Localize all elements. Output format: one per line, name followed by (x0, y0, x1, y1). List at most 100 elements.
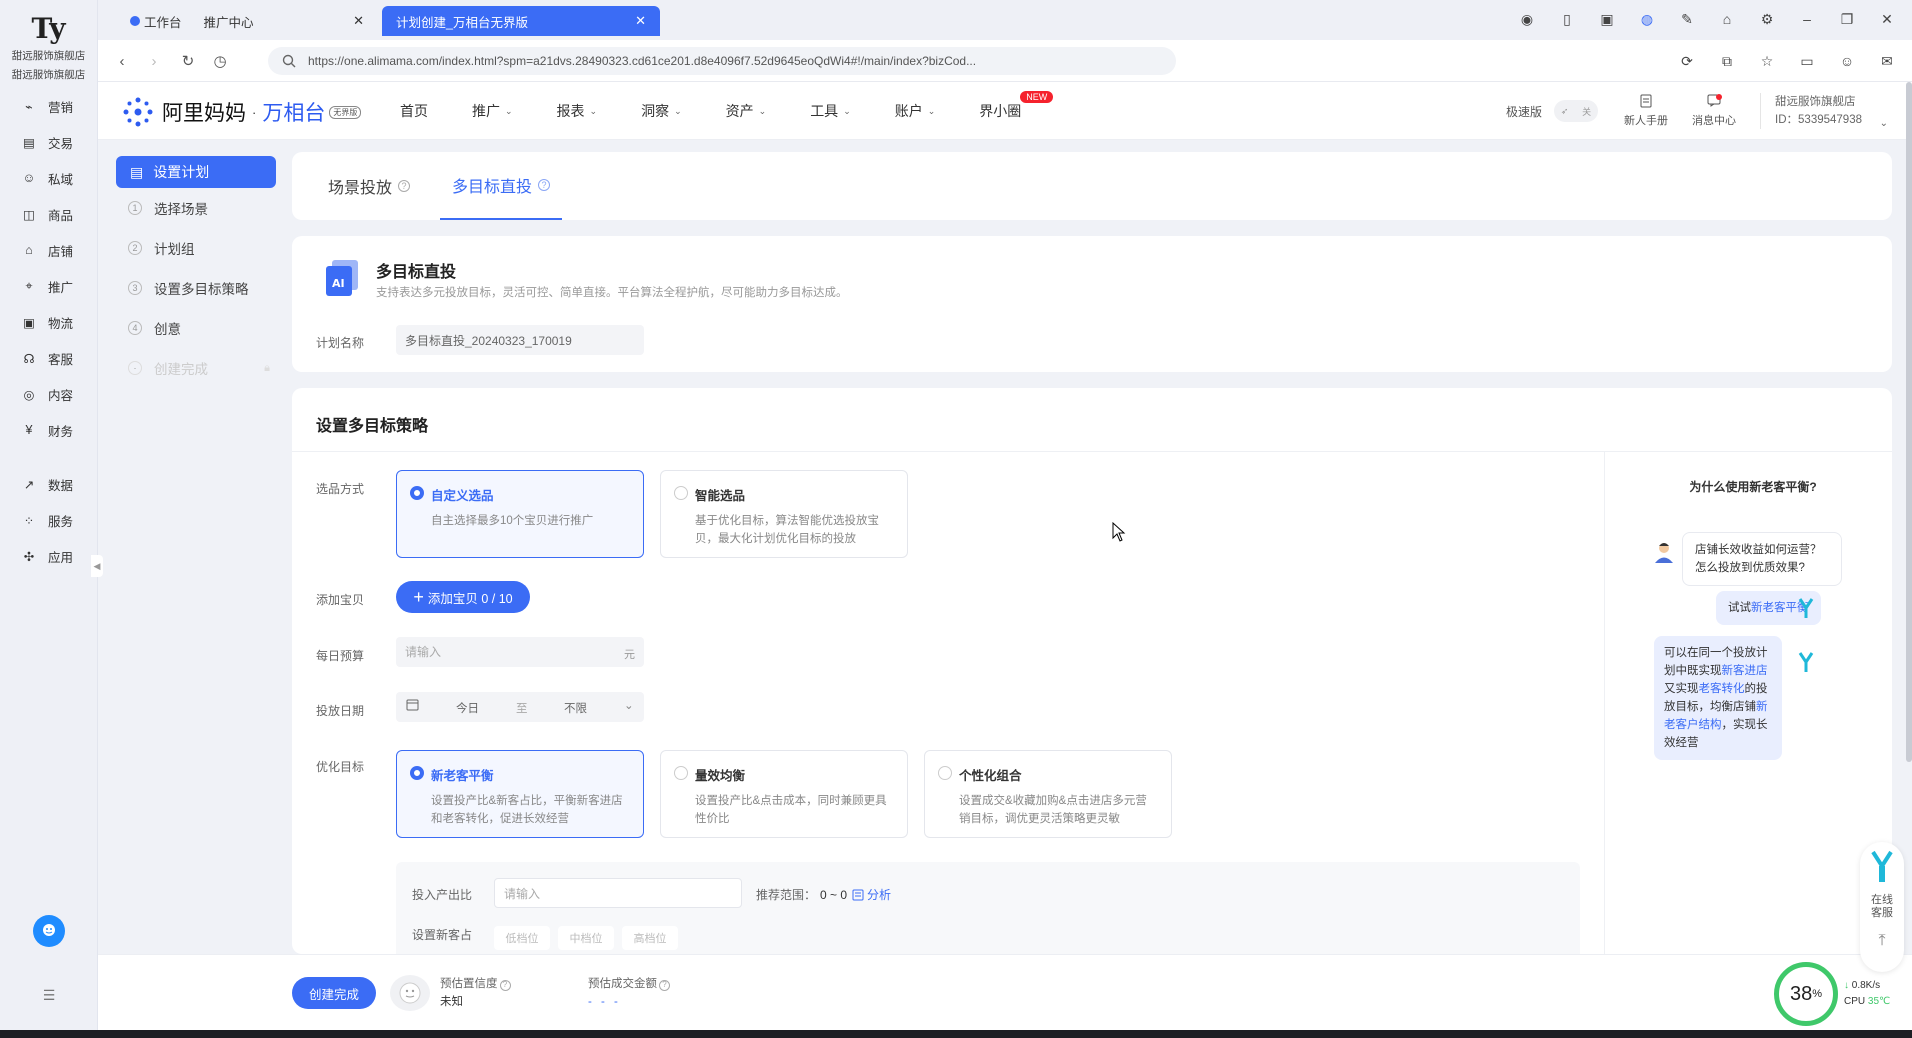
copy-icon[interactable]: ⧉ (1714, 48, 1740, 74)
history-icon[interactable]: ◷ (208, 49, 232, 73)
apps-icon: ✣ (23, 549, 35, 564)
net-speed: 0.8K/s (1851, 980, 1881, 991)
page-scrollbar[interactable] (1906, 82, 1912, 762)
window-close-icon[interactable]: ✕ (1874, 6, 1900, 32)
option-custom-select[interactable]: 自定义选品 自主选择最多10个宝贝进行推广 (396, 470, 644, 558)
minimize-icon[interactable]: – (1794, 6, 1820, 32)
url-field[interactable]: https://one.alimama.com/index.html?spm=a… (268, 47, 1176, 75)
chat-bot-icon[interactable]: ☺ (1834, 48, 1860, 74)
rail-item-box[interactable]: ▣ 物流 (0, 304, 97, 340)
tier-high[interactable]: 高档位 (622, 926, 678, 950)
message-center-button[interactable]: 消息中心 (1692, 94, 1736, 128)
shirt-icon[interactable]: ⌂ (1714, 6, 1740, 32)
browser-tab-workbench[interactable]: 工作台 推广中心 ✕ (116, 6, 378, 36)
account-switcher[interactable]: 甜远服饰旗舰店 ID：5339547938 ⌄ (1760, 93, 1888, 129)
daily-budget-input[interactable] (396, 637, 644, 667)
step-item[interactable]: 3 设置多目标策略 (116, 268, 276, 308)
profile-icon[interactable]: ◍ (1634, 6, 1660, 32)
forward-icon[interactable]: › (142, 49, 166, 73)
extension-icon[interactable]: ◉ (1514, 6, 1540, 32)
nav-item-1[interactable]: 推广 ⌄ (472, 82, 513, 140)
reload-icon[interactable]: ↻ (176, 49, 200, 73)
step-setup-plan[interactable]: ▤ 设置计划 (116, 156, 276, 188)
close-icon[interactable]: ✕ (353, 13, 364, 29)
rail-item-document[interactable]: ▤ 交易 (0, 124, 97, 160)
phone-icon[interactable]: ▯ (1554, 6, 1580, 32)
multi-goal-title: 多目标直投 (376, 264, 457, 281)
rail-item-finance[interactable]: ¥ 财务 (0, 412, 97, 448)
rail-item-megaphone[interactable]: ⌁ 营销 (0, 88, 97, 124)
folder-icon[interactable]: ▭ (1794, 48, 1820, 74)
shop-logo-block[interactable]: Ty 甜远服饰旗舰店 甜远服饰旗舰店 (0, 0, 97, 88)
browser-tab-plan-create[interactable]: 计划创建_万相台无界版 ✕ (382, 6, 660, 36)
strategy-card: 设置多目标策略 选品方式 自定义选品 自主选择最多10个宝贝进行推广 智能选品 … (292, 388, 1892, 954)
goal-new-old-balance[interactable]: 新老客平衡 设置投产比&新客占比，平衡新客进店和老客转化，促进长效经营 (396, 750, 644, 838)
tier-low[interactable]: 低档位 (494, 926, 550, 950)
notes-icon[interactable]: ✎ (1674, 6, 1700, 32)
nav-item-4[interactable]: 资产 ⌄ (726, 82, 767, 140)
rail-item-content[interactable]: ◎ 内容 (0, 376, 97, 412)
rail-collapse-handle[interactable]: ◀ (91, 555, 103, 577)
box-icon: ▣ (23, 315, 35, 330)
nav-item-0[interactable]: 首页 (400, 82, 428, 140)
tier-mid[interactable]: 中档位 (558, 926, 614, 950)
rail-item-chart[interactable]: ↗ 数据 (0, 466, 97, 502)
online-service-widget[interactable]: 在线客服 ⤒ (1860, 842, 1904, 972)
rail-item-grid[interactable]: ⁘ 服务 (0, 502, 97, 538)
nav-item-2[interactable]: 报表 ⌄ (557, 82, 598, 140)
goal-custom-combo[interactable]: 个性化组合 设置成交&收藏加购&点击进店多元营销目标，调优更灵活策略更灵敏 (924, 750, 1172, 838)
message-center-label: 消息中心 (1692, 115, 1737, 127)
nav-item-5[interactable]: 工具 ⌄ (810, 82, 851, 140)
create-done-button[interactable]: 创建完成 (292, 977, 376, 1009)
rail-item-label: 财务 (48, 424, 74, 439)
menu-icon[interactable]: ☰ (0, 987, 98, 1004)
ans-part2: 又实现 (1664, 683, 1699, 695)
roi-input[interactable]: 请输入 (494, 878, 742, 908)
assistant-avatar-icon[interactable] (33, 915, 65, 947)
chat-suggest-prefix: 试试 (1728, 602, 1751, 614)
step-item[interactable]: 4 创意 (116, 308, 276, 348)
rail-item-apps[interactable]: ✣ 应用 (0, 538, 97, 574)
add-item-button[interactable]: + 添加宝贝 0 / 10 (396, 581, 530, 613)
tab-scene-delivery-label: 场景投放 (328, 180, 393, 197)
rail-item-bag[interactable]: ◫ 商品 (0, 196, 97, 232)
rail-item-users[interactable]: ☺ 私域 (0, 160, 97, 196)
tab-scene-delivery[interactable]: 场景投放 ? (328, 152, 411, 220)
speed-mode-toggle[interactable]: ➶ 关 (1554, 100, 1599, 122)
option-smart-select[interactable]: 智能选品 基于优化目标，算法智能优选投放宝贝，最大化计划优化目标的投放 (660, 470, 908, 558)
close-icon[interactable]: ✕ (635, 13, 646, 29)
tab-multi-goal[interactable]: 多目标直投 ? (440, 152, 563, 220)
settings-icon[interactable]: ⚙ (1754, 6, 1780, 32)
analyze-link[interactable]: 分析 (852, 886, 891, 903)
manual-button[interactable]: 新人手册 (1624, 94, 1668, 128)
rail-item-headset[interactable]: ☊ 客服 (0, 340, 97, 376)
help-icon[interactable]: ? (499, 979, 511, 991)
plan-name-input[interactable]: 多目标直投_20240323_170019 (396, 325, 644, 355)
message-icon[interactable]: ✉ (1874, 48, 1900, 74)
alimama-logo[interactable]: 阿里妈妈 · 万相台 无界版 (122, 96, 362, 128)
chart-icon: ↗ (23, 477, 35, 492)
help-icon[interactable]: ? (398, 180, 411, 192)
help-icon[interactable]: ? (538, 179, 551, 191)
rail-item-store[interactable]: ⌂ 店铺 (0, 232, 97, 268)
step-item[interactable]: 1 选择场景 (116, 188, 276, 228)
rail-item-location[interactable]: ⌖ 推广 (0, 268, 97, 304)
nav-item-3[interactable]: 洞察 ⌄ (641, 82, 682, 140)
help-icon[interactable]: ? (659, 979, 670, 991)
cpu-monitor-widget[interactable]: 38% ↓ 0.8K/s CPU 35℃ (1774, 962, 1910, 1026)
nav-item-7[interactable]: 界小圈 NEW (979, 82, 1054, 140)
nav-item-6[interactable]: 账户 ⌄ (895, 82, 936, 140)
step-item[interactable]: 2 计划组 (116, 228, 276, 268)
back-icon[interactable]: ‹ (110, 49, 134, 73)
tablet-icon[interactable]: ▣ (1594, 6, 1620, 32)
back-to-top-icon[interactable]: ⤒ (1860, 933, 1904, 949)
star-icon[interactable]: ☆ (1754, 48, 1780, 74)
roi-label: 投入产出比 (412, 888, 473, 902)
restore-icon[interactable]: ❐ (1834, 6, 1860, 32)
goal-volume-efficiency[interactable]: 量效均衡 设置投产比&点击成本，同时兼顾更具性价比 (660, 750, 908, 838)
delivery-date-picker[interactable]: 今日 至 不限 ⌄ (396, 692, 644, 722)
refresh-page-icon[interactable]: ⟳ (1674, 48, 1700, 74)
nav-item-label: 界小圈 (979, 103, 1022, 119)
nav-item-label: 首页 (400, 103, 428, 119)
radio-unselected (674, 486, 688, 500)
